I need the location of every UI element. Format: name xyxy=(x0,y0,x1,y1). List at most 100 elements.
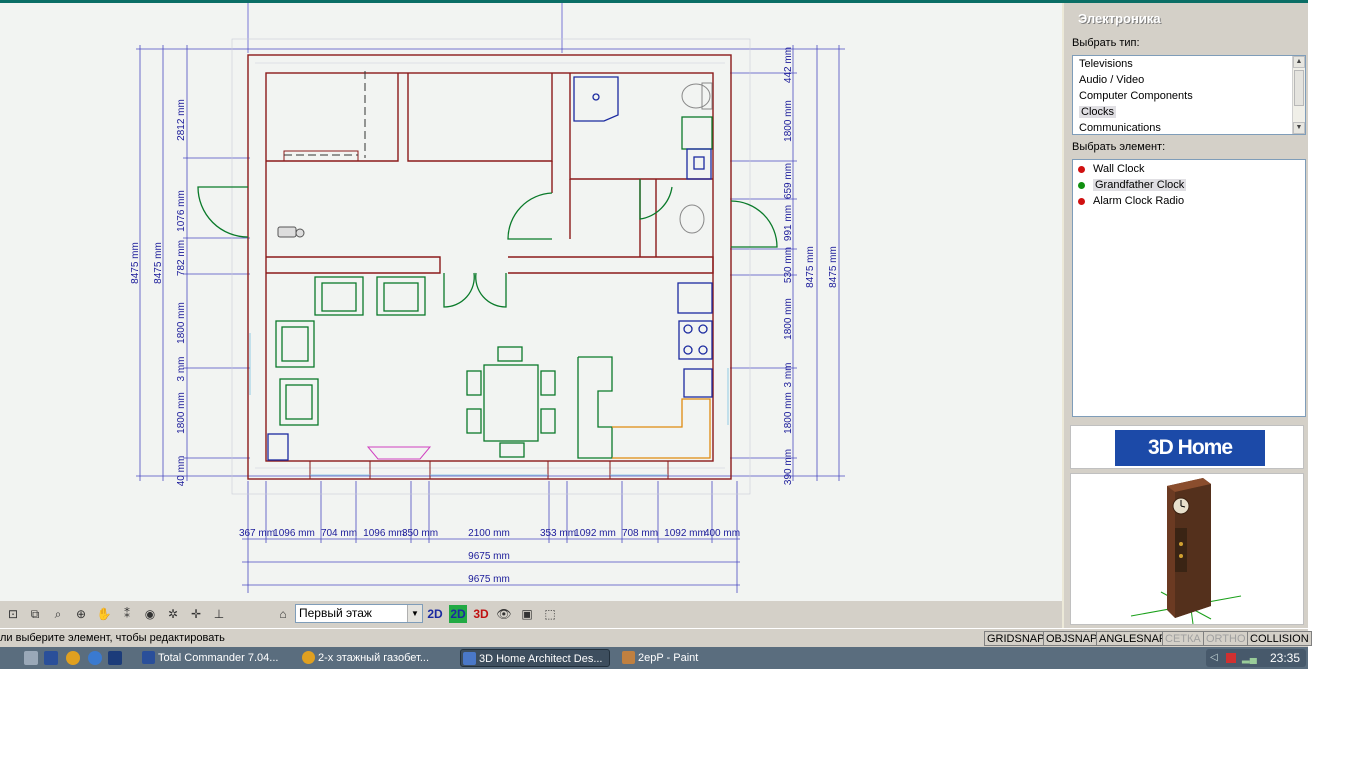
dim-right-total-2: 8475 mm xyxy=(828,246,839,288)
taskbar-clock[interactable]: 23:35 xyxy=(1270,649,1300,667)
dim-right-seg-4: 991 mm xyxy=(783,205,794,241)
type-label: Выбрать тип: xyxy=(1072,37,1140,49)
dim-right-seg-1: 442 mm xyxy=(783,47,794,83)
orbit-icon[interactable]: ✲ xyxy=(164,605,182,623)
taskbar: Total Commander 7.04... 2-х этажный газо… xyxy=(0,647,1308,669)
taskbar-paint[interactable]: 2epP - Paint xyxy=(620,649,730,667)
taskbar-home-architect[interactable]: 3D Home Architect Des... xyxy=(460,649,610,667)
dim-bottom-seg-11: 400 mm xyxy=(704,528,740,539)
element-item-label: Wall Clock xyxy=(1093,163,1145,175)
dim-right-seg-6: 1800 mm xyxy=(783,298,794,340)
floppy-icon xyxy=(142,651,155,664)
home-architect-icon xyxy=(463,652,476,665)
look-icon[interactable]: ◉ xyxy=(141,605,159,623)
scroll-down-icon[interactable]: ▼ xyxy=(1293,122,1305,134)
dim-bottom-seg-9: 708 mm xyxy=(622,528,658,539)
type-item-audio-video[interactable]: Audio / Video xyxy=(1073,72,1305,88)
target-icon[interactable]: ✛ xyxy=(187,605,205,623)
dim-left-total-1: 8475 mm xyxy=(130,242,141,284)
house-floor-icon[interactable]: ⌂ xyxy=(274,605,292,623)
dim-right-seg-3: 659 mm xyxy=(783,163,794,199)
bottom-toolbar: ⊡ ⧉ ⌕ ⊕ ✋ ⁑ ◉ ✲ ✛ ⊥ ⌂ Первый этаж ▼ 2D 2… xyxy=(0,601,1062,628)
dim-bottom-seg-8: 1092 mm xyxy=(574,528,616,539)
save-icon[interactable] xyxy=(44,651,58,665)
taskbar-total-commander[interactable]: Total Commander 7.04... xyxy=(140,649,292,667)
type-item-communications[interactable]: Communications xyxy=(1073,120,1305,134)
setka-toggle[interactable]: СЕТКА xyxy=(1162,631,1204,646)
collision-toggle[interactable]: COLLISION xyxy=(1247,631,1312,646)
dim-bottom-seg-7: 353 mm xyxy=(540,528,576,539)
taskbar-label: 2-х этажный газобет... xyxy=(318,652,429,664)
view-3d-button[interactable]: 3D xyxy=(472,605,490,623)
type-item-clocks[interactable]: Clocks xyxy=(1073,104,1305,120)
type-item-televisions[interactable]: Televisions xyxy=(1073,56,1305,72)
tray-app-icon[interactable] xyxy=(1226,653,1236,663)
dim-right-seg-2: 1800 mm xyxy=(783,100,794,142)
objsnap-toggle[interactable]: OBJSNAP xyxy=(1043,631,1101,646)
chrome-icon[interactable] xyxy=(66,651,80,665)
panel-title: Электроника xyxy=(1078,11,1161,26)
dim-right-seg-5: 530 mm xyxy=(783,247,794,283)
dim-bottom-seg-3: 704 mm xyxy=(321,528,357,539)
element-label: Выбрать элемент: xyxy=(1072,141,1166,153)
status-dot-icon xyxy=(1078,166,1085,173)
dim-right-seg-8: 1800 mm xyxy=(783,392,794,434)
view-2d-button[interactable]: 2D xyxy=(426,605,444,623)
dim-left-seg-4: 1800 mm xyxy=(176,302,187,344)
zoom-extents-icon[interactable]: ⌕ xyxy=(49,605,67,623)
dim-right-seg-7: 3 mm xyxy=(783,363,794,388)
taskbar-label: 3D Home Architect Des... xyxy=(479,653,603,665)
floor-plan-drawing[interactable]: 8475 mm 8475 mm 2812 mm 1076 mm 782 mm 1… xyxy=(0,3,1062,601)
taskbar-label: Total Commander 7.04... xyxy=(158,652,279,664)
dim-left-seg-1: 2812 mm xyxy=(176,99,187,141)
show-desktop-icon[interactable] xyxy=(24,651,38,665)
floor-select[interactable]: Первый этаж ▼ xyxy=(295,604,423,623)
walk-icon[interactable]: ⁑ xyxy=(118,605,136,623)
zoom-region-icon[interactable]: ⊡ xyxy=(4,605,22,623)
system-tray: ◁ ▂▄ 23:35 xyxy=(1206,649,1306,667)
pan-hand-icon[interactable]: ✋ xyxy=(95,605,113,623)
type-list-scrollbar[interactable]: ▲ ▼ xyxy=(1292,56,1305,134)
type-item-computer-components[interactable]: Computer Components xyxy=(1073,88,1305,104)
zoom-icon[interactable]: ⊕ xyxy=(72,605,90,623)
anglesnap-toggle[interactable]: ANGLESNAP xyxy=(1096,631,1170,646)
elevation-icon[interactable]: ⊥ xyxy=(210,605,228,623)
dim-right-total-1: 8475 mm xyxy=(805,246,816,288)
view-2d-plan-button[interactable]: 2D xyxy=(449,605,467,623)
chevron-down-icon[interactable]: ▼ xyxy=(407,605,422,622)
app-logo: 3D Home Architect xyxy=(1115,430,1265,495)
camera-icon[interactable]: ▣ xyxy=(518,605,536,623)
status-bar: ли выберите элемент, чтобы редактировать… xyxy=(0,628,1312,648)
element-item-label: Alarm Clock Radio xyxy=(1093,195,1185,207)
dim-left-seg-5: 3 mm xyxy=(176,357,187,382)
monitor-icon[interactable] xyxy=(108,651,122,665)
dim-bottom-seg-1: 367 mm xyxy=(239,528,275,539)
cube-icon[interactable]: ⬚ xyxy=(541,605,559,623)
status-dot-icon xyxy=(1078,182,1085,189)
ortho-toggle[interactable]: ORTHO xyxy=(1203,631,1249,646)
zoom-window-icon[interactable]: ⧉ xyxy=(26,605,44,623)
chrome-icon xyxy=(302,651,315,664)
signal-icon[interactable]: ▂▄ xyxy=(1242,653,1257,664)
dim-bottom-seg-4: 1096 mm xyxy=(363,528,405,539)
browser-icon[interactable] xyxy=(88,651,102,665)
grandfather-clock-preview-icon xyxy=(1130,478,1242,625)
item-preview xyxy=(1070,473,1304,625)
element-item-label: Grandfather Clock xyxy=(1093,179,1187,191)
dim-left-total-2: 8475 mm xyxy=(153,242,164,284)
dim-bottom-seg-10: 1092 mm xyxy=(664,528,706,539)
plan-canvas[interactable]: 8475 mm 8475 mm 2812 mm 1076 mm 782 mm 1… xyxy=(0,3,1062,601)
element-item-alarm-clock-radio[interactable]: Alarm Clock Radio xyxy=(1073,193,1305,209)
type-listbox[interactable]: Televisions Audio / Video Computer Compo… xyxy=(1072,55,1306,135)
tray-expand-icon[interactable]: ◁ xyxy=(1210,652,1218,663)
dim-right-seg-9: 390 mm xyxy=(783,449,794,485)
dim-left-seg-2: 1076 mm xyxy=(176,190,187,232)
element-listbox[interactable]: Wall Clock Grandfather Clock Alarm Clock… xyxy=(1072,159,1306,417)
element-item-wall-clock[interactable]: Wall Clock xyxy=(1073,161,1305,177)
gridsnap-toggle[interactable]: GRIDSNAP xyxy=(984,631,1048,646)
taskbar-chrome[interactable]: 2-х этажный газобет... xyxy=(300,649,452,667)
scroll-up-icon[interactable]: ▲ xyxy=(1293,56,1305,68)
scroll-thumb[interactable] xyxy=(1294,70,1304,106)
element-item-grandfather-clock[interactable]: Grandfather Clock xyxy=(1073,177,1305,193)
eye-icon[interactable]: 👁 xyxy=(495,605,513,623)
